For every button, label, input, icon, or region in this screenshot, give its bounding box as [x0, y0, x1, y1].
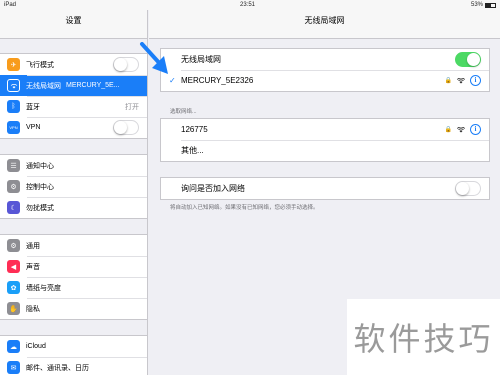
device-name: iPad: [4, 2, 17, 8]
wifi-card: 无线局域网 ✓ MERCURY_5E2326 🔒 i: [160, 48, 490, 92]
sidebar-group-device: ⚙ 通用 ◀ 声音 ✿ 墙纸与亮度 ✋ 隐私: [0, 234, 147, 320]
sidebar-item-mail[interactable]: ✉ 邮件、通讯录、日历: [0, 357, 147, 375]
ask-to-join-label: 询问是否加入网络: [181, 184, 245, 193]
other-network-label: 其他...: [181, 146, 204, 155]
battery-icon: [485, 2, 496, 8]
control-center-icon: ⚙: [7, 180, 20, 193]
wifi-toggle[interactable]: [455, 52, 481, 67]
gear-icon: ⚙: [7, 239, 20, 252]
sidebar-title: 设置: [0, 10, 147, 39]
status-bar: iPad 23:51 53%: [0, 0, 500, 10]
vpn-icon: VPN: [7, 121, 20, 134]
ask-to-join-note: 将自动加入已知网络。如果没有已知网络，您必须手动选择。: [170, 205, 319, 211]
sidebar-group-accounts: ☁ iCloud ✉ 邮件、通讯录、日历: [0, 335, 147, 375]
vpn-toggle[interactable]: [113, 120, 139, 135]
annotation-arrow: [140, 42, 168, 74]
sidebar-item-label: 隐私: [26, 305, 40, 313]
sidebar-group-system: ☰ 通知中心 ⚙ 控制中心 ☾ 勿扰模式: [0, 154, 147, 219]
watermark: 软件技巧: [347, 299, 500, 375]
status-right: 53%: [471, 2, 496, 8]
ask-to-join-card: 询问是否加入网络: [160, 177, 490, 200]
sidebar-item-label: 控制中心: [26, 183, 54, 191]
settings-sidebar: 设置 ✈ 飞行模式 无线局域网 MERCURY_5E... ᛒ 蓝牙 打开 VP…: [0, 10, 148, 375]
bluetooth-icon: ᛒ: [7, 100, 20, 113]
networks-card: 126775 🔒 i 其他...: [160, 118, 490, 162]
sidebar-item-airplane[interactable]: ✈ 飞行模式: [0, 54, 147, 75]
info-icon[interactable]: i: [470, 75, 481, 86]
sidebar-item-label: 蓝牙: [26, 103, 40, 111]
network-name: 126775: [181, 125, 208, 134]
page-title: 无线局域网: [149, 10, 500, 39]
sidebar-item-control-center[interactable]: ⚙ 控制中心: [0, 176, 147, 197]
sidebar-item-notification[interactable]: ☰ 通知中心: [0, 155, 147, 176]
ask-to-join-toggle[interactable]: [455, 181, 481, 196]
sidebar-item-label: 勿扰模式: [26, 204, 54, 212]
sidebar-item-label: 邮件、通讯录、日历: [26, 364, 89, 372]
sidebar-item-vpn[interactable]: VPN VPN: [0, 117, 147, 138]
sidebar-item-label: 通用: [26, 242, 40, 250]
flower-icon: ✿: [7, 281, 20, 294]
moon-icon: ☾: [7, 201, 20, 214]
sidebar-group-network: ✈ 飞行模式 无线局域网 MERCURY_5E... ᛒ 蓝牙 打开 VPN V…: [0, 53, 147, 139]
sidebar-item-general[interactable]: ⚙ 通用: [0, 235, 147, 256]
sidebar-item-label: VPN: [26, 124, 41, 131]
wifi-toggle-row: 无线局域网: [161, 49, 489, 70]
sidebar-item-privacy[interactable]: ✋ 隐私: [0, 298, 147, 319]
connected-network-row[interactable]: ✓ MERCURY_5E2326 🔒 i: [161, 70, 489, 91]
info-icon[interactable]: i: [470, 124, 481, 135]
network-row[interactable]: 126775 🔒 i: [161, 119, 489, 140]
wifi-signal-icon: [457, 126, 465, 132]
sidebar-item-wifi[interactable]: 无线局域网 MERCURY_5E...: [0, 75, 147, 96]
bluetooth-value: 打开: [125, 103, 139, 111]
sidebar-item-label: iCloud: [26, 343, 46, 350]
network-status: 🔒 i: [445, 75, 481, 86]
clock: 23:51: [240, 2, 256, 8]
battery-percent: 53%: [470, 2, 483, 8]
lock-icon: 🔒: [444, 127, 452, 133]
sidebar-item-sounds[interactable]: ◀ 声音: [0, 256, 147, 277]
other-network-row[interactable]: 其他...: [161, 140, 489, 161]
wifi-signal-icon: [457, 77, 465, 83]
wifi-label: 无线局域网: [181, 55, 221, 64]
hand-icon: ✋: [7, 302, 20, 315]
ask-to-join-row: 询问是否加入网络: [161, 178, 489, 199]
sidebar-item-icloud[interactable]: ☁ iCloud: [0, 336, 147, 357]
sidebar-item-do-not-disturb[interactable]: ☾ 勿扰模式: [0, 197, 147, 218]
wifi-network-value: MERCURY_5E...: [66, 82, 120, 89]
network-status: 🔒 i: [445, 124, 481, 135]
wifi-icon: [7, 79, 20, 92]
choose-network-header: 选取网络...: [170, 109, 197, 115]
speaker-icon: ◀: [7, 260, 20, 273]
sidebar-item-label: 飞行模式: [26, 61, 54, 69]
airplane-icon: ✈: [7, 58, 20, 71]
lock-icon: 🔒: [444, 78, 452, 84]
connected-network-name: MERCURY_5E2326: [181, 76, 254, 85]
notification-icon: ☰: [7, 159, 20, 172]
cloud-icon: ☁: [7, 340, 20, 353]
sidebar-item-wallpaper[interactable]: ✿ 墙纸与亮度: [0, 277, 147, 298]
sidebar-item-bluetooth[interactable]: ᛒ 蓝牙 打开: [0, 96, 147, 117]
sidebar-item-label: 声音: [26, 263, 40, 271]
airplane-toggle[interactable]: [113, 57, 139, 72]
sidebar-item-label: 通知中心: [26, 162, 54, 170]
sidebar-item-label: 墙纸与亮度: [26, 284, 61, 292]
mail-icon: ✉: [7, 361, 20, 374]
sidebar-item-label: 无线局域网: [26, 82, 61, 90]
